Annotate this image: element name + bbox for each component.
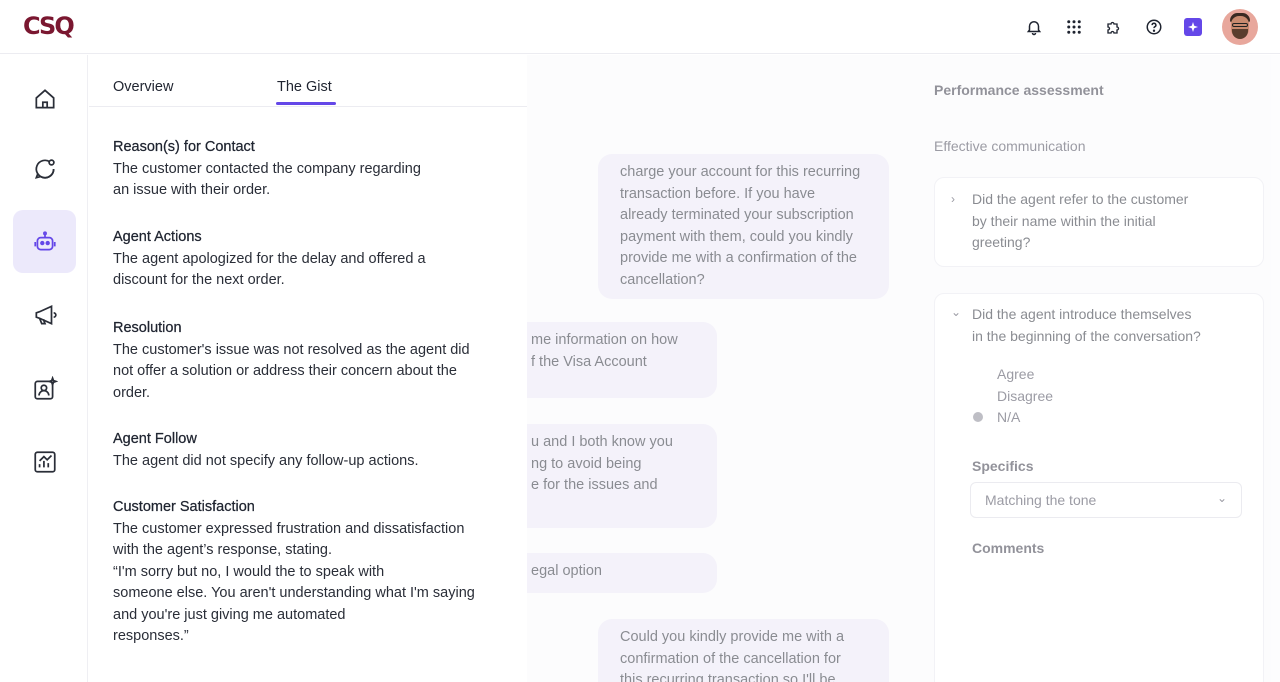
section-body: The customer expressed frustration and d… bbox=[113, 520, 475, 645]
message-bubble: egal option bbox=[527, 553, 717, 593]
question-card-expanded: ⌄ Did the agent introduce themselves in … bbox=[934, 293, 1264, 682]
robot-icon bbox=[33, 230, 56, 250]
sidebar bbox=[0, 55, 88, 682]
analytics-icon bbox=[33, 450, 56, 473]
sidebar-item-campaigns[interactable] bbox=[13, 283, 76, 346]
specifics-select[interactable]: Matching the tone ⌄ bbox=[970, 482, 1242, 518]
puzzle-icon[interactable] bbox=[1104, 17, 1124, 37]
radio-selected[interactable] bbox=[973, 412, 983, 422]
specifics-label: Specifics bbox=[972, 458, 1034, 474]
section-body: The customer's issue was not resolved as… bbox=[113, 341, 470, 401]
contact-spark-icon bbox=[33, 375, 58, 400]
ai-sparkle-icon[interactable] bbox=[1184, 18, 1202, 36]
message-bubble: Could you kindly provide me with a confi… bbox=[598, 619, 889, 682]
question-text: Did the agent refer to the customer by t… bbox=[972, 191, 1189, 250]
chat-icon bbox=[34, 158, 55, 179]
app-logo[interactable]: CSQ bbox=[23, 12, 75, 40]
help-icon[interactable] bbox=[1144, 17, 1164, 37]
gist-section-resolution: Resolution The customer's issue was not … bbox=[113, 318, 503, 404]
home-icon bbox=[34, 88, 55, 109]
section-title: Resolution bbox=[113, 320, 182, 336]
background-workspace: charge your account for this recurring t… bbox=[527, 55, 1280, 682]
gist-section-agent-follow: Agent Follow The agent did not specify a… bbox=[113, 429, 503, 472]
sidebar-item-contacts[interactable] bbox=[13, 357, 76, 420]
sidebar-item-analytics[interactable] bbox=[13, 430, 76, 493]
chevron-down-icon[interactable]: ⌄ bbox=[951, 305, 961, 319]
grid-icon[interactable] bbox=[1064, 17, 1084, 37]
tab-the-gist[interactable]: The Gist bbox=[277, 79, 332, 95]
section-title: Customer Satisfaction bbox=[113, 499, 255, 515]
assessment-title: Performance assessment bbox=[934, 82, 1104, 98]
performance-assessment-panel: Performance assessment Effective communi… bbox=[934, 55, 1280, 682]
avatar[interactable] bbox=[1222, 9, 1258, 45]
megaphone-icon bbox=[34, 304, 57, 325]
section-body: The agent did not specify any follow-up … bbox=[113, 452, 419, 469]
option-agree[interactable]: Agree bbox=[997, 366, 1034, 382]
section-title: Agent Follow bbox=[113, 431, 197, 447]
section-title: Agent Actions bbox=[113, 229, 202, 245]
gist-section-agent-actions: Agent Actions The agent apologized for t… bbox=[113, 227, 503, 292]
section-title: Reason(s) for Contact bbox=[113, 139, 255, 155]
top-icons bbox=[1004, 9, 1258, 45]
gist-section-customer-satisfaction: Customer Satisfaction The customer expre… bbox=[113, 497, 503, 648]
chevron-right-icon: › bbox=[951, 192, 955, 206]
active-tab-indicator bbox=[276, 102, 336, 105]
message-bubble: me information on how f the Visa Account bbox=[527, 322, 717, 398]
assessment-category: Effective communication bbox=[934, 138, 1086, 154]
option-na[interactable]: N/A bbox=[997, 409, 1020, 425]
sidebar-item-home[interactable] bbox=[13, 67, 76, 130]
gist-section-reason: Reason(s) for Contact The customer conta… bbox=[113, 137, 503, 202]
tab-overview[interactable]: Overview bbox=[113, 79, 173, 95]
question-card[interactable]: › Did the agent refer to the customer by… bbox=[934, 177, 1264, 267]
sidebar-item-bot[interactable] bbox=[13, 210, 76, 273]
comments-label: Comments bbox=[972, 540, 1045, 556]
gist-tabs: Overview The Gist bbox=[89, 55, 527, 107]
option-disagree[interactable]: Disagree bbox=[997, 388, 1053, 404]
chevron-down-icon: ⌄ bbox=[1216, 491, 1227, 505]
message-bubble: u and I both know you ng to avoid being … bbox=[527, 424, 717, 528]
bell-icon[interactable] bbox=[1024, 17, 1044, 37]
sidebar-item-chat[interactable] bbox=[13, 137, 76, 200]
message-bubble: charge your account for this recurring t… bbox=[598, 154, 889, 299]
top-bar: CSQ bbox=[0, 0, 1280, 54]
section-body: The agent apologized for the delay and o… bbox=[113, 250, 426, 289]
section-body: The customer contacted the company regar… bbox=[113, 160, 421, 199]
question-text: Did the agent introduce themselves in th… bbox=[972, 306, 1201, 344]
gist-panel: Overview The Gist Reason(s) for Contact … bbox=[89, 55, 527, 682]
